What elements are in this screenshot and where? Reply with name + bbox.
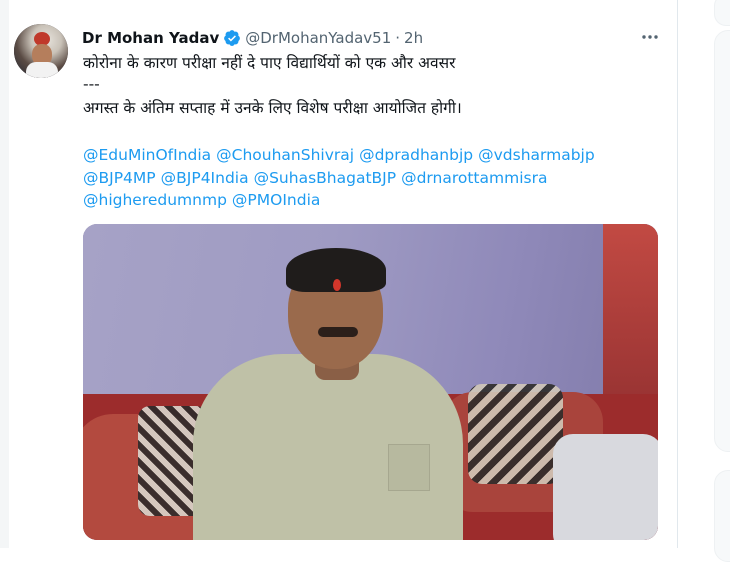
mention-link[interactable]: @ChouhanShivraj: [216, 146, 354, 164]
verified-badge-icon: [223, 29, 241, 47]
video-person-mustache: [318, 327, 358, 337]
tweet-text-line-3: अगस्त के अंतिम सप्ताह में उनके लिए विशेष…: [83, 99, 462, 117]
mention-link[interactable]: @EduMinOfIndia: [83, 146, 211, 164]
mention-link[interactable]: @BJP4MP: [83, 169, 156, 187]
mention-link[interactable]: @BJP4India: [161, 169, 249, 187]
mention-link[interactable]: @higheredumnmp: [83, 191, 227, 209]
separator-dot: ·: [395, 29, 401, 47]
more-dots-icon[interactable]: [640, 28, 660, 46]
video-cushion-right: [468, 384, 563, 484]
mention-link[interactable]: @dpradhanbjp: [359, 146, 473, 164]
video-sofa-seat: [553, 434, 658, 540]
video-media[interactable]: [83, 224, 658, 540]
sidebar-card-2: [714, 470, 730, 562]
mention-link[interactable]: @PMOIndia: [232, 191, 320, 209]
author-name[interactable]: Dr Mohan Yadav: [82, 29, 219, 47]
mention-link[interactable]: @drnarottammisra: [401, 169, 547, 187]
timestamp[interactable]: 2h: [404, 29, 423, 47]
tweet-text-line-1: कोरोना के कारण परीक्षा नहीं दे पाए विद्य…: [83, 54, 456, 72]
mention-link[interactable]: @vdsharmabjp: [478, 146, 595, 164]
mention-link[interactable]: @SuhasBhagatBJP: [254, 169, 396, 187]
mentions-line-1: @EduMinOfIndia @ChouhanShivraj @dpradhanbj…: [83, 146, 600, 164]
video-person-tilak: [333, 279, 341, 291]
mentions-line-3: @higheredumnmp @PMOIndia: [83, 191, 325, 209]
avatar[interactable]: [14, 24, 68, 78]
author-handle[interactable]: @DrMohanYadav51: [245, 29, 391, 47]
tweet-header: Dr Mohan Yadav @DrMohanYadav51 · 2h: [82, 27, 423, 49]
sidebar-card-top: [714, 0, 730, 26]
sidebar-card: [714, 30, 730, 452]
mentions-line-2: @BJP4MP @BJP4India @SuhasBhagatBJP @drnarot…: [83, 169, 552, 187]
tweet-text-line-2: ---: [83, 75, 100, 93]
right-sidebar: [678, 0, 730, 562]
video-shirt-pocket: [388, 444, 430, 491]
